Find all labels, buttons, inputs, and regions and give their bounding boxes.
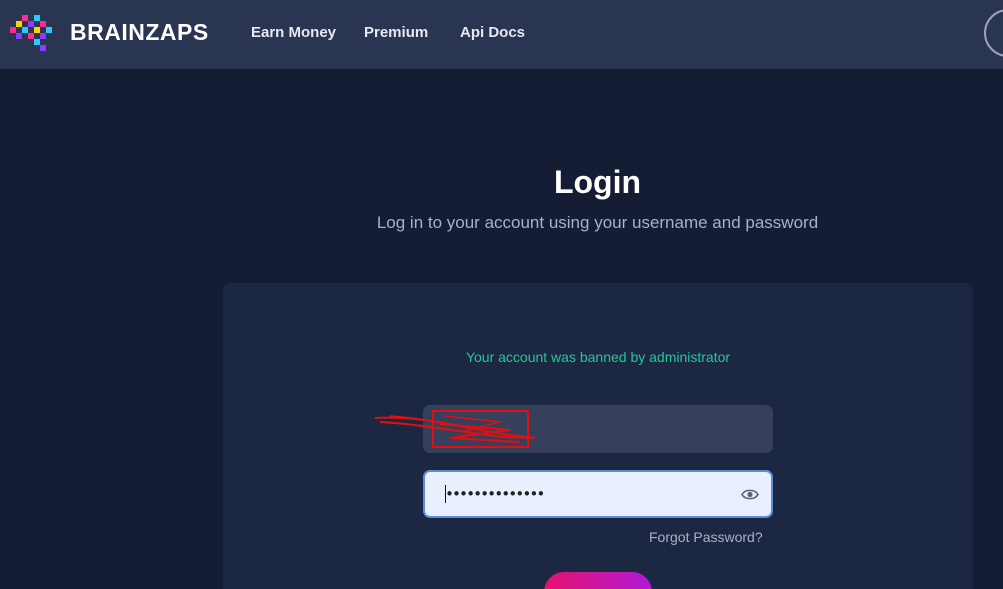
- password-input[interactable]: ••••••••••••••: [423, 470, 773, 518]
- navbar: BRAINZAPS Earn Money Premium Api Docs: [0, 0, 1003, 69]
- ban-alert-message: Your account was banned by administrator: [465, 349, 731, 365]
- eye-icon[interactable]: [741, 488, 759, 501]
- user-menu-button[interactable]: [984, 9, 1003, 57]
- page-subtitle: Log in to your account using your userna…: [376, 213, 819, 232]
- nav-earn-money[interactable]: Earn Money: [251, 24, 336, 41]
- password-value: ••••••••••••••: [445, 485, 545, 503]
- forgot-password-link[interactable]: Forgot Password?: [649, 529, 763, 545]
- redaction-scribble: [374, 410, 536, 448]
- brand-name[interactable]: BRAINZAPS: [70, 19, 209, 46]
- nav-api-docs[interactable]: Api Docs: [460, 24, 525, 41]
- page-title: Login: [553, 164, 642, 200]
- nav-premium[interactable]: Premium: [364, 24, 428, 41]
- brainzaps-logo-icon[interactable]: [10, 13, 60, 51]
- login-submit-button[interactable]: [544, 572, 652, 589]
